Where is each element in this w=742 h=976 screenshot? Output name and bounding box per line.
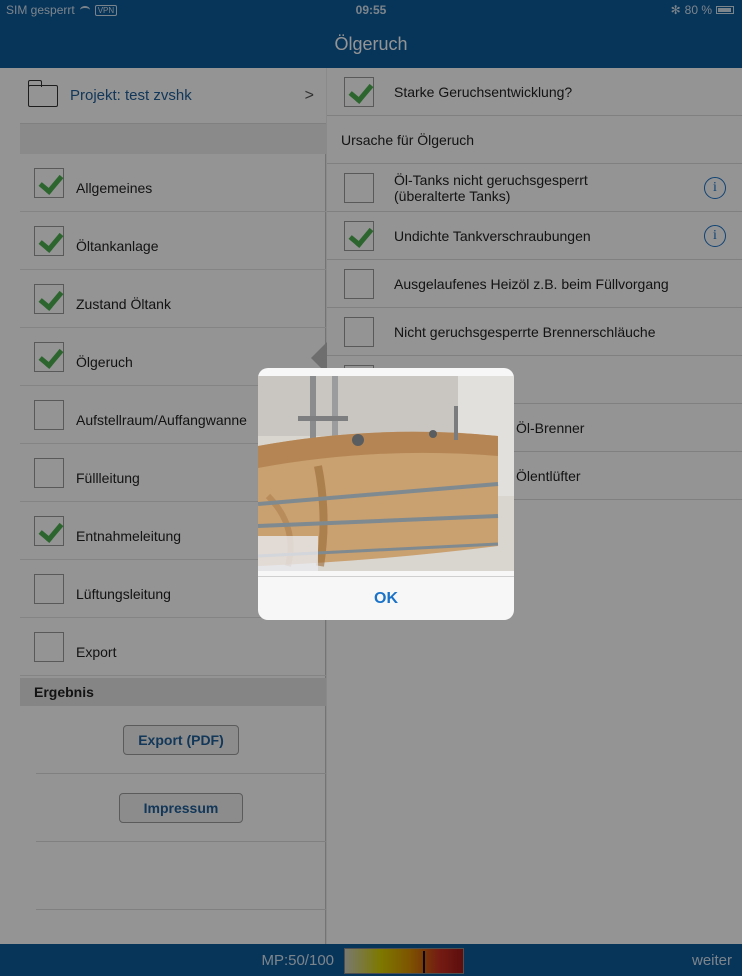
ok-button[interactable]: OK (258, 576, 514, 620)
photo-alert: OK (258, 368, 514, 620)
tank-photo (258, 376, 514, 571)
